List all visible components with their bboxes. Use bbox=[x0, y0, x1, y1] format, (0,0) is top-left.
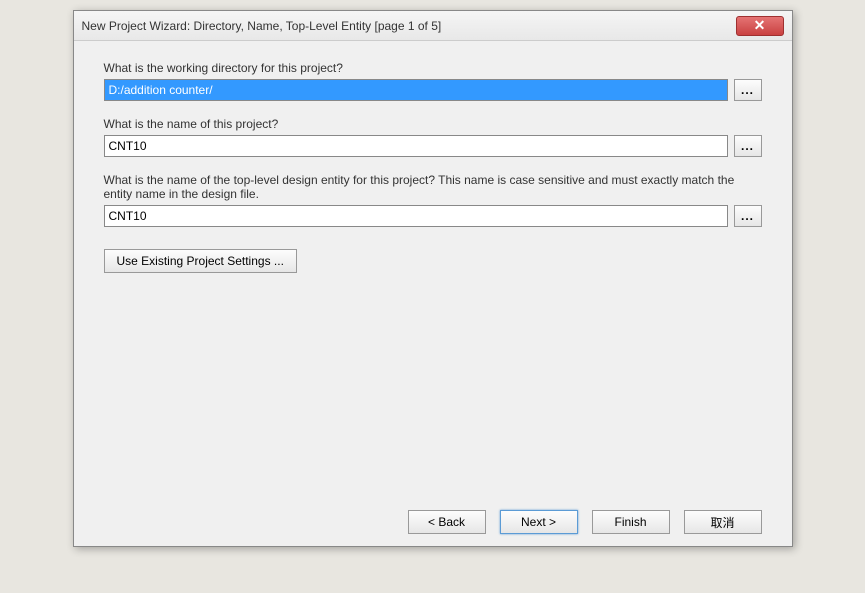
project-name-browse-button[interactable]: ... bbox=[734, 135, 762, 157]
entity-group: What is the name of the top-level design… bbox=[104, 173, 762, 227]
back-button[interactable]: < Back bbox=[408, 510, 486, 534]
content-area: What is the working directory for this p… bbox=[74, 41, 792, 546]
footer-buttons: < Back Next > Finish 取消 bbox=[408, 510, 762, 534]
directory-browse-button[interactable]: ... bbox=[734, 79, 762, 101]
project-name-input[interactable] bbox=[104, 135, 728, 157]
entity-input[interactable] bbox=[104, 205, 728, 227]
titlebar: New Project Wizard: Directory, Name, Top… bbox=[74, 11, 792, 41]
finish-button[interactable]: Finish bbox=[592, 510, 670, 534]
project-name-group: What is the name of this project? ... bbox=[104, 117, 762, 157]
wizard-window: New Project Wizard: Directory, Name, Top… bbox=[73, 10, 793, 547]
window-title: New Project Wizard: Directory, Name, Top… bbox=[82, 19, 442, 33]
project-name-label: What is the name of this project? bbox=[104, 117, 762, 131]
close-icon: ✕ bbox=[754, 17, 766, 34]
next-button[interactable]: Next > bbox=[500, 510, 578, 534]
entity-label: What is the name of the top-level design… bbox=[104, 173, 762, 201]
directory-label: What is the working directory for this p… bbox=[104, 61, 762, 75]
cancel-button[interactable]: 取消 bbox=[684, 510, 762, 534]
close-button[interactable]: ✕ bbox=[736, 16, 784, 36]
entity-browse-button[interactable]: ... bbox=[734, 205, 762, 227]
directory-group: What is the working directory for this p… bbox=[104, 61, 762, 101]
directory-row: ... bbox=[104, 79, 762, 101]
project-name-row: ... bbox=[104, 135, 762, 157]
entity-row: ... bbox=[104, 205, 762, 227]
use-existing-button[interactable]: Use Existing Project Settings ... bbox=[104, 249, 297, 273]
directory-input[interactable] bbox=[104, 79, 728, 101]
